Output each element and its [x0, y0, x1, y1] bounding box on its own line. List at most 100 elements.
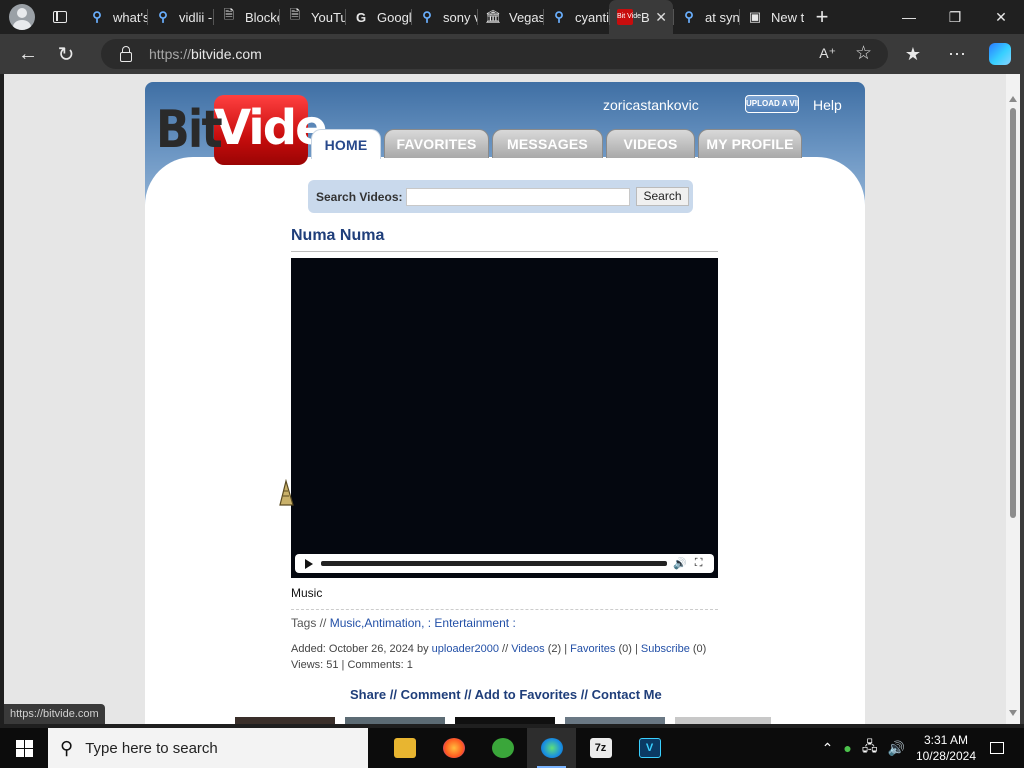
scroll-thumb[interactable]: [1010, 108, 1016, 518]
windows-taskbar: ⚲ Type here to search 7z V ⌃ ● 🖧 🔊 3:31 …: [0, 728, 1024, 768]
scroll-up-icon[interactable]: [1009, 96, 1017, 102]
action-separator: //: [464, 687, 472, 702]
comment-link[interactable]: Comment: [401, 687, 461, 702]
related-video-thumbnail[interactable]: [565, 717, 665, 724]
network-icon[interactable]: 🖧: [862, 736, 878, 760]
tab-label: vidlii -: [179, 9, 213, 25]
tab-whats[interactable]: ⚲ what's: [81, 0, 147, 34]
tab-youtube[interactable]: 🗎 YouTube: [279, 0, 345, 34]
lock-icon[interactable]: [120, 45, 132, 62]
close-tab-icon[interactable]: ✕: [655, 9, 667, 26]
newtab-icon: ▣: [748, 9, 762, 24]
tab-messages[interactable]: MESSAGES: [492, 129, 603, 158]
tab-favorites[interactable]: FAVORITES: [384, 129, 489, 158]
copilot-icon[interactable]: [989, 43, 1011, 65]
page-viewport: Bit Vide zoricastankovic UPLOAD A VIDEO …: [4, 74, 1006, 724]
bitvide-logo[interactable]: Bit Vide: [156, 94, 328, 166]
tab-sony[interactable]: ⚲ sony v: [411, 0, 477, 34]
read-aloud-icon[interactable]: A⁺: [819, 45, 836, 62]
tab-cyanti[interactable]: ⚲ cyanti: [543, 0, 609, 34]
tab-home[interactable]: HOME: [311, 129, 381, 159]
uploader-link[interactable]: uploader2000: [432, 643, 499, 655]
vertical-scrollbar[interactable]: [1006, 74, 1020, 724]
related-video-thumbnail[interactable]: [675, 717, 771, 724]
clock-date: 10/28/2024: [915, 749, 976, 763]
people-tray-icon[interactable]: ●: [843, 740, 851, 756]
restore-icon[interactable]: ❐: [932, 0, 978, 34]
help-link[interactable]: Help: [813, 97, 842, 113]
favorites-icon[interactable]: ★: [891, 37, 935, 71]
volume-icon[interactable]: 🔊: [673, 557, 687, 570]
scroll-down-icon[interactable]: [1009, 710, 1017, 716]
taskbar-search-placeholder: Type here to search: [85, 739, 218, 757]
related-video-thumbnail[interactable]: [235, 717, 335, 724]
taskbar-apps: 7z V: [380, 728, 674, 768]
clock[interactable]: 3:31 AM 10/28/2024: [916, 732, 976, 764]
upload-video-button[interactable]: UPLOAD A VIDEO: [745, 95, 799, 113]
tags-prefix: Tags //: [291, 616, 327, 630]
tab-new-tab[interactable]: ▣ New t: [739, 0, 805, 34]
file-explorer-app[interactable]: [380, 728, 429, 768]
7zip-app[interactable]: 7z: [576, 728, 625, 768]
tab-list: ⚲ what's ⚲ vidlii - 🗎 Blocked 🗎 YouTube G Goo…: [81, 0, 805, 34]
firefox-app[interactable]: [429, 728, 478, 768]
tab-actions-icon[interactable]: [47, 4, 73, 30]
url-text[interactable]: https://bitvide.com: [149, 46, 262, 62]
more-menu-icon[interactable]: ⋯: [935, 37, 979, 71]
search-icon: ⚲: [158, 9, 168, 24]
reload-icon[interactable]: ↻: [49, 37, 83, 71]
username-link[interactable]: zoricastankovic: [603, 97, 699, 113]
browser-toolbar: ← ↻ https://bitvide.com A⁺ ☆ ★ ⋯: [0, 34, 1024, 74]
favorites-link[interactable]: Favorites: [570, 643, 615, 655]
page-icon: 🗎: [223, 7, 235, 22]
add-favorite-star-icon[interactable]: ☆: [855, 42, 872, 65]
action-separator: //: [389, 687, 397, 702]
tab-blocked[interactable]: 🗎 Blocked: [213, 0, 279, 34]
firefox-icon: [442, 738, 465, 758]
tab-vegas[interactable]: 🏛 Vegas: [477, 0, 543, 34]
taskbar-search-box[interactable]: ⚲ Type here to search: [48, 728, 368, 768]
search-icon: ⚲: [60, 737, 74, 758]
videos-link[interactable]: Videos: [511, 643, 544, 655]
logo-bit-text: Bit: [156, 100, 223, 160]
tab-vidlii[interactable]: ⚲ vidlii -: [147, 0, 213, 34]
search-icon: ⚲: [422, 9, 432, 24]
google-icon: G: [355, 9, 367, 25]
add-to-favorites-link[interactable]: Add to Favorites: [475, 687, 578, 702]
search-input[interactable]: [406, 187, 631, 206]
tab-bitvide-active[interactable]: Bit Vide B ✕: [609, 0, 673, 34]
tags-links[interactable]: Music,Antimation, : Entertainment :: [330, 616, 516, 630]
edge-app[interactable]: [527, 728, 576, 768]
profile-avatar-icon[interactable]: [9, 4, 35, 30]
close-window-icon[interactable]: ✕: [978, 0, 1024, 34]
fullscreen-icon[interactable]: ⛶: [695, 557, 703, 570]
search-button[interactable]: Search: [636, 187, 689, 206]
related-video-thumbnail[interactable]: [455, 717, 555, 724]
related-video-thumbnail[interactable]: [345, 717, 445, 724]
folder-icon: [393, 738, 416, 758]
7zip-icon: 7z: [589, 738, 612, 758]
minimize-icon[interactable]: —: [886, 0, 932, 34]
tab-my-profile[interactable]: MY PROFILE: [698, 129, 802, 158]
action-separator: //: [580, 687, 589, 702]
subscribe-count: (0): [692, 643, 707, 655]
back-arrow-icon[interactable]: ←: [11, 37, 45, 71]
tab-at-syn[interactable]: ⚲ at syn: [673, 0, 739, 34]
subscribe-link[interactable]: Subscribe: [641, 643, 690, 655]
play-icon[interactable]: [305, 558, 313, 569]
chevron-up-icon[interactable]: ⌃: [822, 740, 834, 757]
people-app[interactable]: [478, 728, 527, 768]
screen: ⚲ what's ⚲ vidlii - 🗎 Blocked 🗎 YouTube G Goo…: [0, 0, 1024, 768]
start-button[interactable]: [0, 728, 48, 768]
contact-me-link[interactable]: Contact Me: [592, 687, 662, 702]
tab-google[interactable]: G Google: [345, 0, 411, 34]
notifications-icon[interactable]: [990, 742, 1004, 754]
tab-videos[interactable]: VIDEOS: [606, 129, 695, 158]
video-player[interactable]: 🔊 ⛶: [291, 258, 718, 578]
vegas-app[interactable]: V: [625, 728, 674, 768]
volume-icon[interactable]: 🔊: [888, 740, 905, 757]
new-tab-plus-icon[interactable]: +: [807, 0, 837, 34]
address-bar[interactable]: https://bitvide.com A⁺ ☆: [101, 39, 888, 69]
share-link[interactable]: Share: [350, 687, 386, 702]
progress-bar[interactable]: [321, 561, 667, 566]
